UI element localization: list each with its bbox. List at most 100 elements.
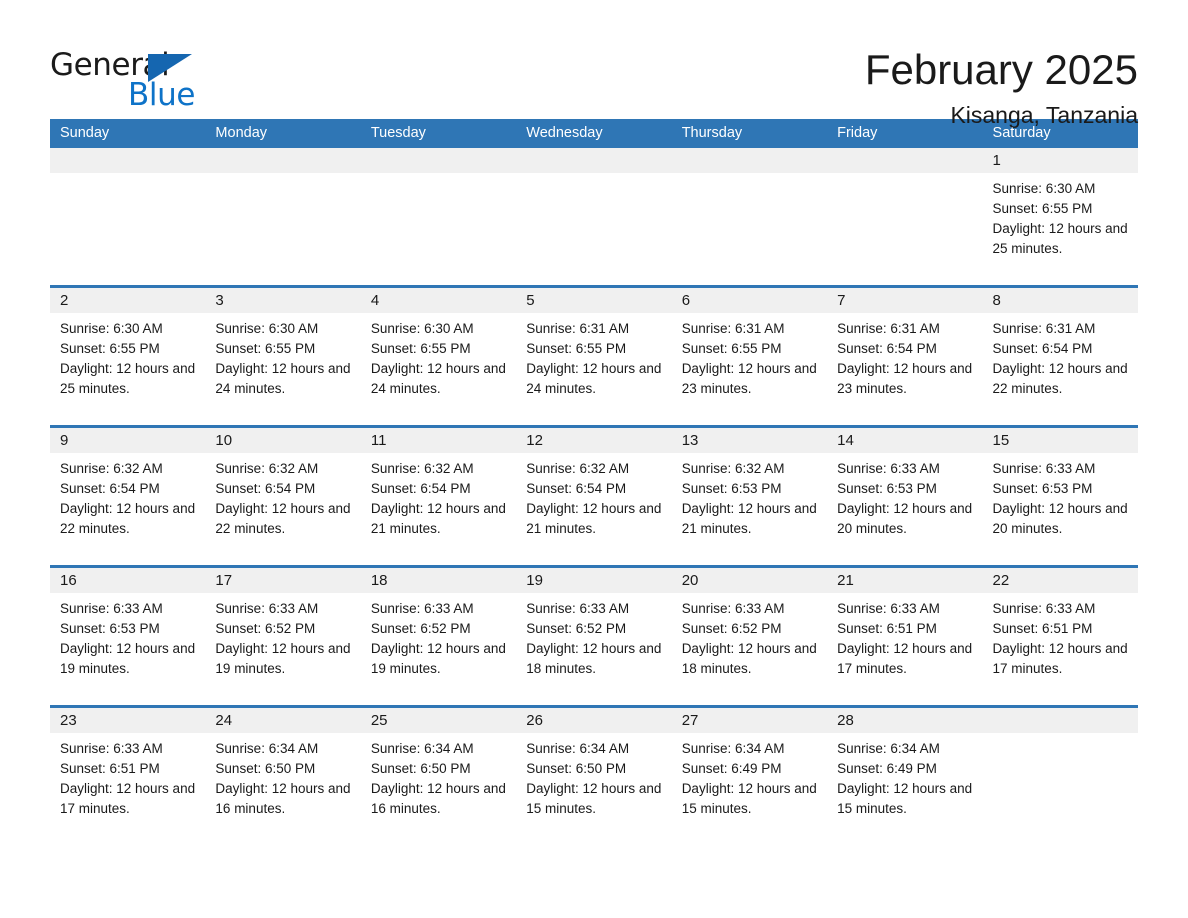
sunrise-text: Sunrise: 6:34 AM [370,741,474,756]
sunset-text: Sunset: 6:55 PM [526,341,627,356]
page-title: February 2025 [864,46,1138,93]
day-cell[interactable]: 20 Sunrise: 6:33 AM Sunset: 6:52 PM Dayl… [671,568,828,693]
day-details: Sunrise: 6:31 AM Sunset: 6:55 PM Dayligh… [516,313,671,413]
sunrise-text: Sunrise: 6:34 AM [837,741,940,756]
daylight-text: Daylight: 12 hours and 15 minutes. [526,781,662,816]
day-cell[interactable]: 4 Sunrise: 6:30 AM Sunset: 6:55 PM Dayli… [360,288,517,413]
day-cell[interactable]: 24 Sunrise: 6:34 AM Sunset: 6:50 PM Dayl… [205,708,361,833]
sunrise-text: Sunrise: 6:32 AM [215,461,319,476]
day-number: 9 [50,428,206,453]
daylight-text: Daylight: 12 hours and 22 minutes. [60,501,196,536]
day-cell[interactable]: 3 Sunrise: 6:30 AM Sunset: 6:55 PM Dayli… [205,288,361,413]
sunset-text: Sunset: 6:54 PM [215,481,316,496]
day-cell[interactable]: 21 Sunrise: 6:33 AM Sunset: 6:51 PM Dayl… [827,568,983,693]
day-cell[interactable]: 6 Sunrise: 6:31 AM Sunset: 6:55 PM Dayli… [671,288,828,413]
daylight-text: Daylight: 12 hours and 15 minutes. [681,781,817,816]
sunrise-text: Sunrise: 6:31 AM [837,321,940,336]
day-number: 14 [827,428,983,453]
day-cell[interactable]: 5 Sunrise: 6:31 AM Sunset: 6:55 PM Dayli… [516,288,672,413]
day-number: 17 [205,568,361,593]
sunrise-text: Sunrise: 6:34 AM [526,741,630,756]
calendar-page: General Blue February 2025 Kisanga, Tanz… [0,0,1188,918]
sunset-text: Sunset: 6:53 PM [837,481,937,496]
day-cell[interactable]: 14 Sunrise: 6:33 AM Sunset: 6:53 PM Dayl… [827,428,983,553]
sunrise-text: Sunrise: 6:31 AM [526,321,630,336]
day-cell[interactable]: 12 Sunrise: 6:32 AM Sunset: 6:54 PM Dayl… [516,428,672,553]
weekday-friday: Friday [837,125,878,141]
day-details: Sunrise: 6:33 AM Sunset: 6:51 PM Dayligh… [827,593,982,693]
day-details: Sunrise: 6:34 AM Sunset: 6:49 PM Dayligh… [672,733,827,833]
sunset-text: Sunset: 6:53 PM [681,481,782,496]
day-cell [205,148,361,273]
daylight-text: Daylight: 12 hours and 19 minutes. [370,641,506,676]
sunset-text: Sunset: 6:55 PM [370,341,471,356]
day-cell[interactable]: 18 Sunrise: 6:33 AM Sunset: 6:52 PM Dayl… [360,568,517,693]
day-details: Sunrise: 6:32 AM Sunset: 6:54 PM Dayligh… [361,453,516,553]
daylight-text: Daylight: 12 hours and 21 minutes. [370,501,506,536]
sunrise-text: Sunrise: 6:32 AM [370,461,474,476]
day-cell[interactable]: 17 Sunrise: 6:33 AM Sunset: 6:52 PM Dayl… [205,568,361,693]
sunrise-text: Sunrise: 6:33 AM [681,601,785,616]
day-cell[interactable]: 26 Sunrise: 6:34 AM Sunset: 6:50 PM Dayl… [516,708,672,833]
day-details: Sunrise: 6:30 AM Sunset: 6:55 PM Dayligh… [983,173,1138,273]
day-cell[interactable]: 9 Sunrise: 6:32 AM Sunset: 6:54 PM Dayli… [50,428,206,553]
week-spacer [50,693,1138,705]
sunset-text: Sunset: 6:54 PM [837,341,937,356]
day-number: 15 [982,428,1138,453]
day-cell[interactable]: 10 Sunrise: 6:32 AM Sunset: 6:54 PM Dayl… [205,428,361,553]
page-header: General Blue February 2025 Kisanga, Tanz… [50,0,1138,128]
day-cell [516,148,672,273]
sunrise-text: Sunrise: 6:30 AM [370,321,474,336]
sunrise-text: Sunrise: 6:34 AM [215,741,319,756]
day-cell[interactable]: 13 Sunrise: 6:32 AM Sunset: 6:53 PM Dayl… [671,428,828,553]
daylight-text: Daylight: 12 hours and 23 minutes. [681,361,817,396]
day-number: 18 [360,568,517,593]
daylight-text: Daylight: 12 hours and 22 minutes. [215,501,351,536]
day-number: 13 [671,428,828,453]
generalblue-logo[interactable]: General Blue [50,46,200,116]
day-number: 26 [516,708,672,733]
day-details [827,173,982,273]
day-number: 25 [360,708,517,733]
day-details: Sunrise: 6:33 AM Sunset: 6:53 PM Dayligh… [983,453,1138,553]
day-number: 23 [50,708,206,733]
sunrise-text: Sunrise: 6:33 AM [992,601,1096,616]
sunset-text: Sunset: 6:52 PM [526,621,627,636]
sunset-text: Sunset: 6:52 PM [681,621,782,636]
week-row: 23 Sunrise: 6:33 AM Sunset: 6:51 PM Dayl… [50,705,1138,833]
week-spacer [50,553,1138,565]
day-cell[interactable]: 27 Sunrise: 6:34 AM Sunset: 6:49 PM Dayl… [671,708,828,833]
day-details: Sunrise: 6:33 AM Sunset: 6:52 PM Dayligh… [672,593,827,693]
sunset-text: Sunset: 6:55 PM [992,201,1093,216]
week-row: 2 Sunrise: 6:30 AM Sunset: 6:55 PM Dayli… [50,285,1138,413]
week-spacer [50,273,1138,285]
day-cell[interactable]: 8 Sunrise: 6:31 AM Sunset: 6:54 PM Dayli… [982,288,1138,413]
day-cell[interactable]: 7 Sunrise: 6:31 AM Sunset: 6:54 PM Dayli… [827,288,983,413]
day-cell[interactable]: 23 Sunrise: 6:33 AM Sunset: 6:51 PM Dayl… [50,708,206,833]
day-details: Sunrise: 6:34 AM Sunset: 6:50 PM Dayligh… [205,733,360,833]
daylight-text: Daylight: 12 hours and 25 minutes. [60,361,196,396]
sunrise-text: Sunrise: 6:33 AM [60,741,163,756]
daylight-text: Daylight: 12 hours and 16 minutes. [215,781,351,816]
day-cell[interactable]: 16 Sunrise: 6:33 AM Sunset: 6:53 PM Dayl… [50,568,206,693]
week-spacer [50,413,1138,425]
day-details: Sunrise: 6:31 AM Sunset: 6:54 PM Dayligh… [983,313,1138,413]
day-cell[interactable]: 25 Sunrise: 6:34 AM Sunset: 6:50 PM Dayl… [360,708,517,833]
day-cell[interactable]: 11 Sunrise: 6:32 AM Sunset: 6:54 PM Dayl… [360,428,517,553]
day-details: Sunrise: 6:33 AM Sunset: 6:53 PM Dayligh… [50,593,205,693]
day-cell[interactable]: 28 Sunrise: 6:34 AM Sunset: 6:49 PM Dayl… [827,708,983,833]
daylight-text: Daylight: 12 hours and 15 minutes. [837,781,973,816]
day-number: 1 [982,148,1138,173]
day-cell[interactable]: 22 Sunrise: 6:33 AM Sunset: 6:51 PM Dayl… [982,568,1138,693]
day-number: 6 [671,288,828,313]
sunrise-text: Sunrise: 6:32 AM [60,461,163,476]
day-cell[interactable]: 2 Sunrise: 6:30 AM Sunset: 6:55 PM Dayli… [50,288,206,413]
sunset-text: Sunset: 6:54 PM [526,481,627,496]
day-cell[interactable]: 15 Sunrise: 6:33 AM Sunset: 6:53 PM Dayl… [982,428,1138,553]
day-number: 5 [516,288,672,313]
weekday-thursday: Thursday [681,125,743,141]
day-cell [827,148,983,273]
day-cell[interactable]: 1 Sunrise: 6:30 AM Sunset: 6:55 PM Dayli… [982,148,1138,273]
day-number: 8 [982,288,1138,313]
day-cell[interactable]: 19 Sunrise: 6:33 AM Sunset: 6:52 PM Dayl… [516,568,672,693]
